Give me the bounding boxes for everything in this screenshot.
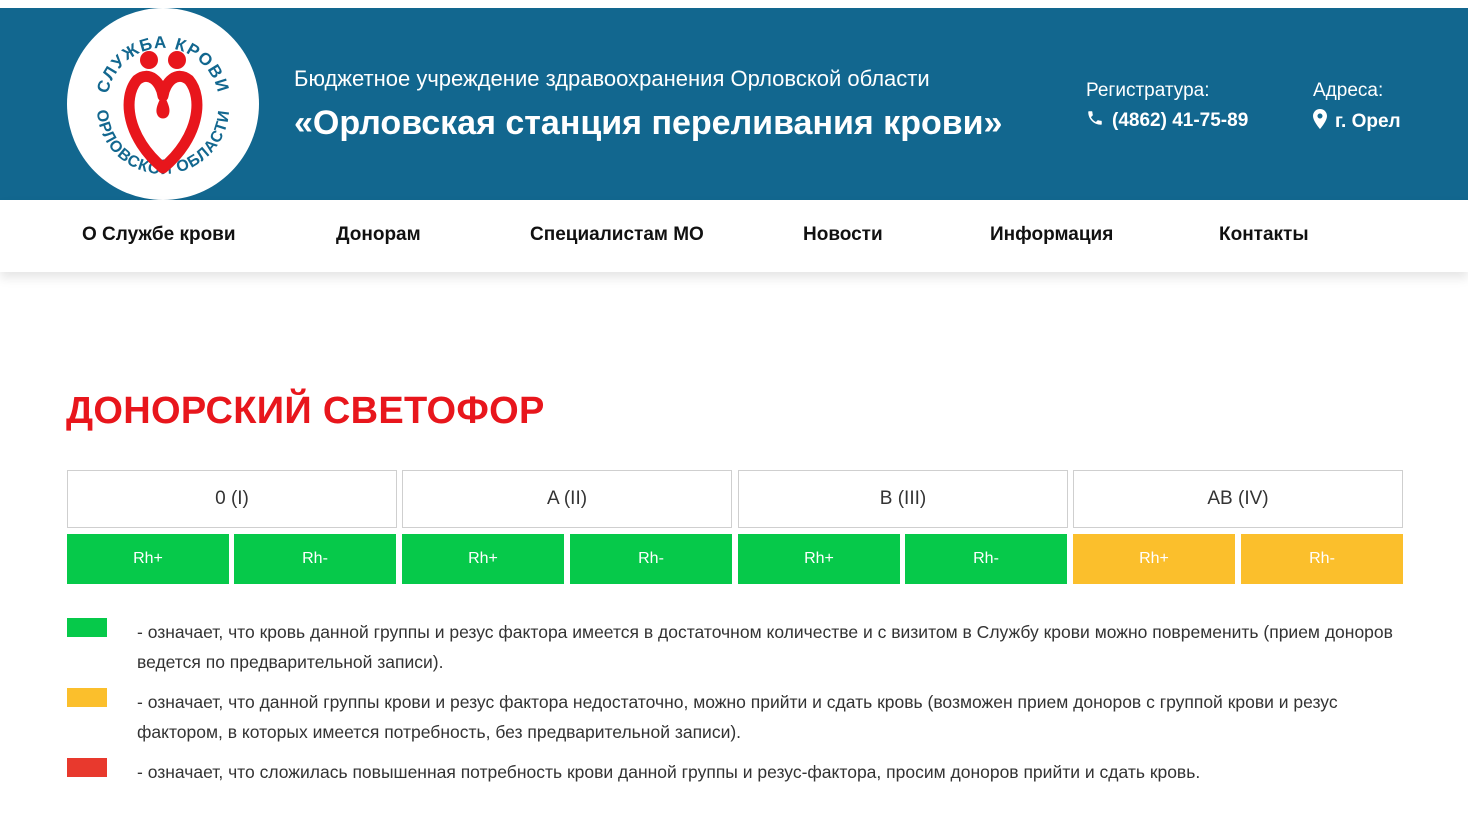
registry-label: Регистратура: <box>1086 80 1210 101</box>
rh-status-cell: Rh+ <box>67 534 229 584</box>
blood-service-logo-icon: СЛУЖБА КРОВИ ОРЛОВСКОЙ ОБЛАСТИ <box>93 33 232 178</box>
blood-group-header: A (II) <box>402 470 732 528</box>
rh-status-cell: Rh+ <box>1073 534 1235 584</box>
phone-icon <box>1086 109 1104 133</box>
main-nav: О Службе крови Донорам Специалистам МО Н… <box>0 200 1468 272</box>
legend-text-yellow: - означает, что данной группы крови и ре… <box>137 692 1338 742</box>
blood-group-header: AB (IV) <box>1073 470 1403 528</box>
site-logo[interactable]: СЛУЖБА КРОВИ ОРЛОВСКОЙ ОБЛАСТИ <box>67 8 259 200</box>
org-name[interactable]: «Орловская станция переливания крови» <box>294 104 1002 143</box>
rh-status-cell: Rh+ <box>738 534 900 584</box>
org-subtitle: Бюджетное учреждение здравоохранения Орл… <box>294 66 930 91</box>
blood-group-header: B (III) <box>738 470 1068 528</box>
legend-text-green: - означает, что кровь данной группы и ре… <box>137 622 1393 672</box>
map-pin-icon <box>1313 109 1327 135</box>
legend-text-red: - означает, что сложилась повышенная пот… <box>137 762 1201 782</box>
address-city-link[interactable]: г. Орел <box>1313 109 1401 135</box>
rh-status-cell: Rh- <box>570 534 732 584</box>
registry-phone-link[interactable]: (4862) 41-75-89 <box>1086 109 1248 133</box>
nav-item-contacts[interactable]: Контакты <box>1219 224 1309 246</box>
nav-item-information[interactable]: Информация <box>990 224 1113 246</box>
nav-item-donors[interactable]: Донорам <box>336 224 421 246</box>
legend-swatch-red <box>67 758 107 777</box>
site-header: СЛУЖБА КРОВИ ОРЛОВСКОЙ ОБЛАСТИ Бюджетное… <box>0 8 1468 200</box>
blood-group-header: 0 (I) <box>67 470 397 528</box>
nav-item-about[interactable]: О Службе крови <box>82 224 236 246</box>
rh-status-cell: Rh+ <box>402 534 564 584</box>
address-label: Адреса: <box>1313 80 1384 101</box>
rh-status-cell: Rh- <box>905 534 1067 584</box>
nav-item-specialists[interactable]: Специалистам МО <box>530 224 704 246</box>
rh-status-cell: Rh- <box>1241 534 1403 584</box>
legend-swatch-yellow <box>67 688 107 707</box>
page-title: ДОНОРСКИЙ СВЕТОФОР <box>66 390 545 432</box>
nav-item-news[interactable]: Новости <box>803 224 883 246</box>
rh-status-cell: Rh- <box>234 534 396 584</box>
address-city: г. Орел <box>1335 111 1401 132</box>
registry-phone: (4862) 41-75-89 <box>1112 110 1249 131</box>
legend-swatch-green <box>67 618 107 637</box>
